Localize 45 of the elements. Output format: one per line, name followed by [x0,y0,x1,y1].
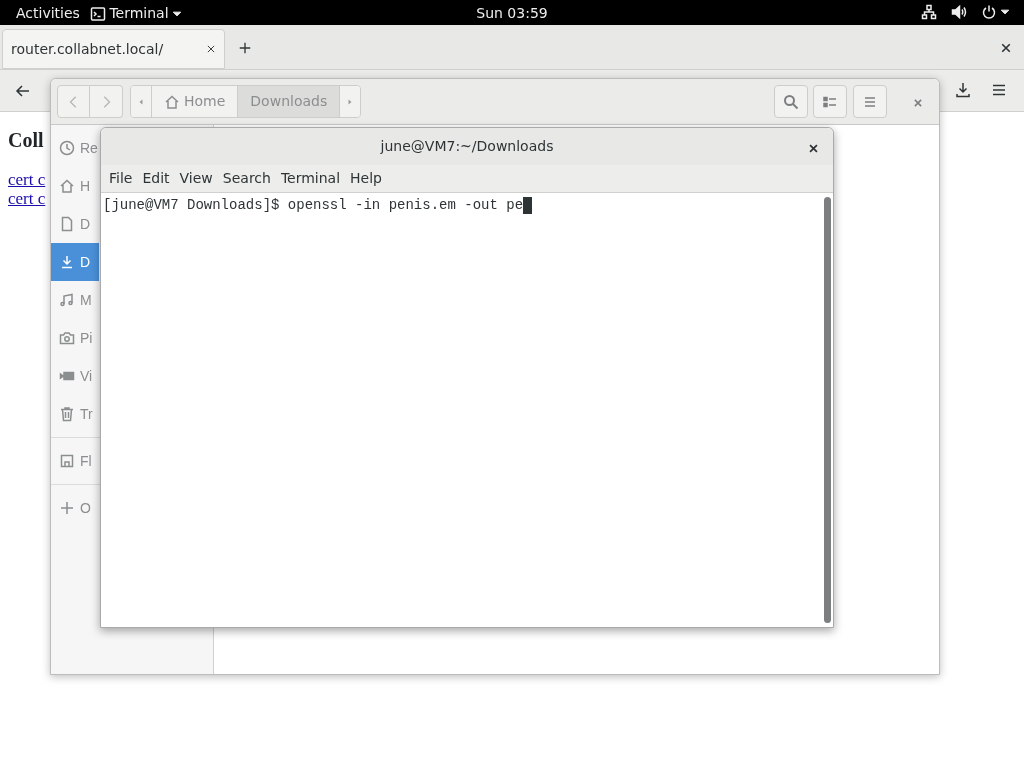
link[interactable]: cert c [8,189,46,208]
download-icon[interactable] [955,82,971,98]
search-icon [783,93,799,110]
menu-item[interactable]: Terminal [280,168,349,189]
menu-item[interactable]: Help [350,168,390,189]
plus-icon [59,500,75,516]
app-menu[interactable]: Terminal [89,3,183,24]
power-menu[interactable] [980,4,1010,20]
close-icon[interactable] [1000,42,1012,54]
clock-icon [59,140,75,156]
power-icon [980,4,997,20]
menu-item[interactable]: File [109,168,141,189]
trash-icon [59,406,75,422]
camera-icon [59,330,75,346]
menu-icon[interactable] [991,82,1007,98]
link[interactable]: cert c [8,170,46,189]
volume-icon[interactable] [950,4,967,20]
document-icon [59,216,75,232]
search-button[interactable] [774,85,808,118]
browser-tab[interactable]: router.collabnet.local/ [2,29,225,69]
new-tab-icon[interactable] [238,41,252,55]
close-icon [808,143,819,154]
network-icon[interactable] [920,4,937,20]
terminal-line: [june@VM7 Downloads]$ openssl -in penis.em -out pe [103,196,524,215]
home-icon [164,93,180,110]
menu-item[interactable]: View [179,168,221,189]
view-button[interactable] [813,85,847,118]
menu-item[interactable]: Edit [142,168,178,189]
music-icon [59,292,75,308]
drive-icon [59,453,75,469]
page-heading: Coll [8,128,45,152]
scrollbar[interactable] [824,197,831,623]
caret-icon [172,8,183,19]
close-icon[interactable] [206,44,216,54]
window-title: june@VM7:~/Downloads [380,137,554,156]
text-cursor [523,197,533,214]
menu-item[interactable]: Search [222,168,279,189]
close-icon [913,97,923,108]
back-icon[interactable] [15,83,31,99]
caret-icon [1000,7,1010,17]
clock[interactable]: Sun 03:59 [476,5,548,21]
activities-button[interactable]: Activities [16,3,80,24]
home-icon [59,178,75,194]
terminal-icon [89,5,106,22]
download-icon [59,254,75,270]
